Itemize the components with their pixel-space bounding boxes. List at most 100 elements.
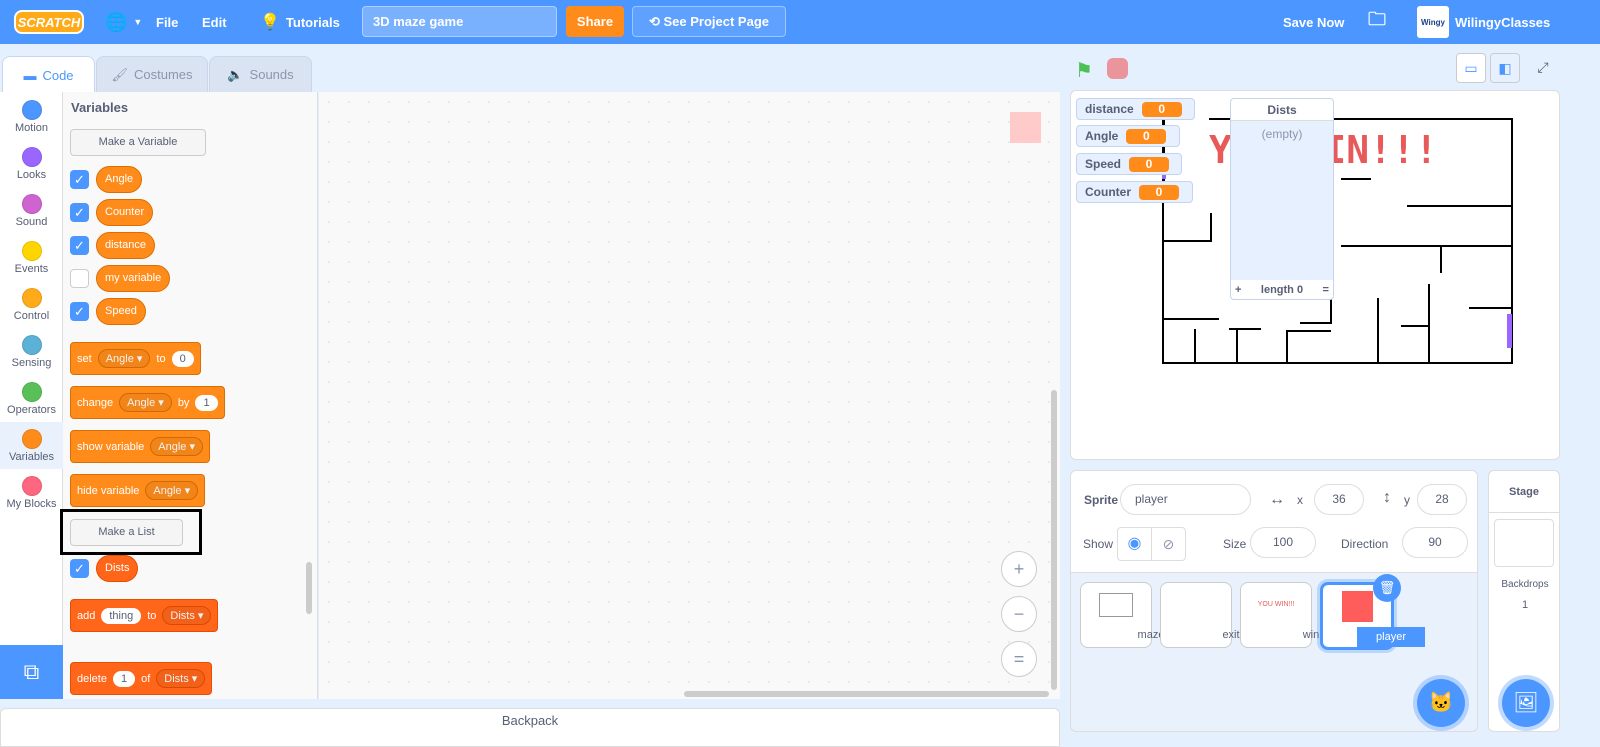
motion-dot-icon bbox=[21, 100, 42, 120]
large-stage-button[interactable]: ◧ bbox=[1490, 53, 1520, 83]
zoom-reset-button[interactable]: = bbox=[1001, 641, 1037, 677]
category-events[interactable]: Events bbox=[0, 236, 63, 283]
value-input[interactable]: 0 bbox=[171, 350, 194, 367]
delete-sprite-button[interactable]: 🗑 bbox=[1373, 574, 1401, 602]
delete-of-list-block[interactable]: delete 1 of Dists ▾ bbox=[70, 662, 213, 695]
hide-variable-block[interactable]: hide variable Angle ▾ bbox=[70, 474, 206, 507]
share-button[interactable]: Share bbox=[566, 6, 624, 37]
size-label: Size bbox=[1223, 537, 1247, 551]
choose-backdrop-button[interactable]: 🖼 bbox=[1502, 679, 1550, 727]
category-label: Events bbox=[14, 263, 49, 275]
maze-thumbnail-icon bbox=[1099, 593, 1133, 617]
tutorials-button[interactable]: 💡 Tutorials bbox=[260, 0, 340, 44]
checkbox-counter[interactable]: ✓ bbox=[70, 203, 89, 222]
category-sound[interactable]: Sound bbox=[0, 189, 63, 236]
variable-reporter-distance[interactable]: distance bbox=[96, 232, 155, 259]
make-variable-button[interactable]: Make a Variable bbox=[70, 129, 206, 156]
language-menu[interactable]: 🌐 ▼ bbox=[105, 0, 142, 44]
scratch-logo[interactable]: SCRATCH bbox=[14, 10, 84, 34]
see-project-page-button[interactable]: ⟲ See Project Page bbox=[632, 6, 786, 37]
variable-dropdown[interactable]: Angle ▾ bbox=[119, 393, 172, 412]
monitor-speed[interactable]: Speed 0 bbox=[1076, 153, 1182, 175]
add-extension-button[interactable]: ⧉ bbox=[0, 645, 63, 699]
checkbox-distance[interactable]: ✓ bbox=[70, 236, 89, 255]
show-hidden-button[interactable]: ⊘ bbox=[1151, 527, 1186, 561]
value-input[interactable]: thing bbox=[101, 607, 142, 624]
checkbox-angle[interactable]: ✓ bbox=[70, 170, 89, 189]
list-resize-handle[interactable]: = bbox=[1323, 284, 1329, 296]
monitor-distance[interactable]: distance 0 bbox=[1076, 98, 1195, 120]
category-operators[interactable]: Operators bbox=[0, 377, 63, 424]
choose-sprite-button[interactable]: 🐱 bbox=[1417, 679, 1465, 727]
sprite-name-input[interactable]: player bbox=[1120, 484, 1251, 515]
value-input[interactable]: 1 bbox=[112, 670, 136, 687]
set-variable-block[interactable]: set Angle ▾ to 0 bbox=[70, 342, 201, 375]
variable-dropdown[interactable]: Angle ▾ bbox=[97, 349, 151, 368]
stage-thumbnail[interactable] bbox=[1494, 519, 1554, 567]
sprite-thumb-exit[interactable]: exit bbox=[1160, 582, 1240, 648]
size-input[interactable]: 100 bbox=[1250, 527, 1316, 558]
value-input[interactable]: 1 bbox=[195, 394, 218, 411]
direction-input[interactable]: 90 bbox=[1402, 527, 1468, 558]
stop-icon[interactable] bbox=[1107, 58, 1128, 79]
x-input[interactable]: 36 bbox=[1314, 484, 1364, 515]
project-title-input[interactable]: 3D maze game bbox=[362, 6, 557, 37]
x-label: x bbox=[1297, 493, 1303, 507]
variable-reporter-my-variable[interactable]: my variable bbox=[96, 265, 171, 292]
backpack[interactable]: Backpack bbox=[0, 708, 1060, 747]
add-to-list-block[interactable]: add thing to Dists ▾ bbox=[70, 599, 219, 632]
edit-menu[interactable]: Edit bbox=[202, 0, 227, 44]
variable-reporter-counter[interactable]: Counter bbox=[96, 199, 154, 226]
sprite-thumb-maze[interactable]: maze bbox=[1080, 582, 1164, 648]
list-monitor-empty: (empty) bbox=[1231, 121, 1333, 280]
avatar: Wingy bbox=[1417, 6, 1449, 38]
folder-icon[interactable]: 🗀 bbox=[1368, 0, 1386, 44]
tab-costumes[interactable]: 🖌 Costumes bbox=[96, 56, 208, 92]
show-visible-button[interactable]: ◉ bbox=[1117, 527, 1152, 561]
fullscreen-button[interactable]: ⤢ bbox=[1528, 53, 1558, 83]
vertical-scrollbar[interactable] bbox=[1051, 390, 1057, 690]
category-my-blocks[interactable]: My Blocks bbox=[0, 471, 63, 518]
checkbox-my-variable[interactable] bbox=[70, 269, 89, 288]
monitor-counter[interactable]: Counter 0 bbox=[1076, 181, 1193, 203]
save-now-button[interactable]: Save Now bbox=[1283, 0, 1344, 44]
category-control[interactable]: Control bbox=[0, 283, 63, 330]
zoom-out-button[interactable]: − bbox=[1001, 596, 1037, 632]
sprite-thumb-win[interactable]: YOU WIN!!! win bbox=[1240, 582, 1319, 648]
checkbox-speed[interactable]: ✓ bbox=[70, 302, 89, 321]
list-dropdown[interactable]: Dists ▾ bbox=[162, 606, 212, 625]
file-menu[interactable]: File bbox=[156, 0, 178, 44]
account-menu[interactable]: Wingy WilingyClasses bbox=[1417, 0, 1550, 44]
variable-reporter-speed[interactable]: Speed bbox=[96, 298, 146, 325]
monitor-angle[interactable]: Angle 0 bbox=[1076, 125, 1180, 147]
category-sensing[interactable]: Sensing bbox=[0, 330, 63, 377]
y-input[interactable]: 28 bbox=[1417, 484, 1467, 515]
list-reporter-dists[interactable]: Dists bbox=[96, 555, 139, 582]
stage-pane[interactable]: Stage Backdrops 1 🖼 bbox=[1488, 470, 1560, 732]
tab-sounds[interactable]: 🔈 Sounds bbox=[209, 56, 312, 92]
category-variables[interactable]: Variables bbox=[0, 422, 63, 469]
variable-reporter-angle[interactable]: Angle bbox=[96, 166, 143, 193]
category-motion[interactable]: Motion bbox=[0, 95, 63, 142]
green-flag-icon[interactable]: ⚑ bbox=[1075, 58, 1093, 83]
checkbox-dists[interactable]: ✓ bbox=[70, 559, 89, 578]
stage[interactable]: YOU WIN!!! distance0 Angle0 Speed0 Count… bbox=[1070, 90, 1560, 460]
horizontal-scrollbar[interactable] bbox=[684, 691, 1049, 697]
list-monitor-dists[interactable]: Dists (empty) + length 0 = bbox=[1230, 98, 1334, 300]
category-looks[interactable]: Looks bbox=[0, 142, 63, 189]
variable-dropdown[interactable]: Angle ▾ bbox=[150, 437, 203, 456]
block-text: hide variable bbox=[77, 484, 140, 497]
zoom-in-button[interactable]: + bbox=[1001, 551, 1037, 587]
tab-code[interactable]: ▬ Code bbox=[2, 56, 95, 94]
fullscreen-icon: ⤢ bbox=[1537, 59, 1549, 75]
list-dropdown[interactable]: Dists ▾ bbox=[156, 669, 206, 688]
small-stage-button[interactable]: ▭ bbox=[1456, 53, 1486, 83]
cat-plus-icon: 🐱 bbox=[1428, 692, 1454, 714]
list-add-button[interactable]: + bbox=[1235, 284, 1241, 296]
code-area[interactable] bbox=[319, 92, 1060, 699]
palette-scrollbar[interactable] bbox=[306, 562, 312, 614]
change-variable-block[interactable]: change Angle ▾ by 1 bbox=[70, 386, 225, 419]
variable-dropdown[interactable]: Angle ▾ bbox=[145, 481, 199, 500]
show-variable-block[interactable]: show variable Angle ▾ bbox=[70, 430, 210, 463]
monitor-value: 0 bbox=[1129, 156, 1170, 172]
